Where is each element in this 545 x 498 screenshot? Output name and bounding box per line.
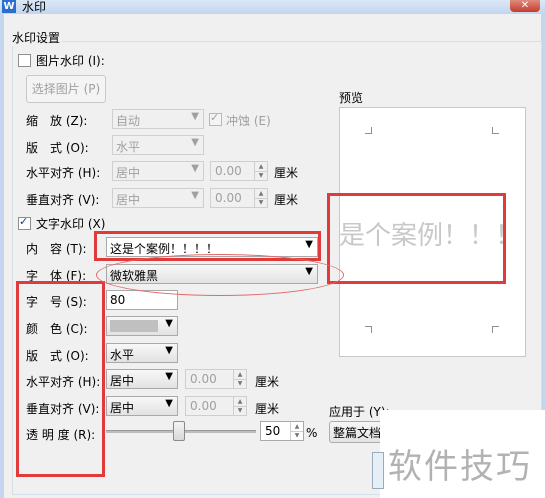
highlight-box xyxy=(327,193,506,284)
transparency-unit: % xyxy=(306,426,318,440)
picture-valign-select[interactable]: 居中 ▼ xyxy=(112,188,204,208)
picture-scale-select[interactable]: 自动 ▼ xyxy=(112,109,204,129)
text-valign-offset[interactable]: 0.00 ▲ ▼ xyxy=(185,396,247,416)
app-icon: W xyxy=(2,0,16,13)
group-title: 水印设置 xyxy=(10,29,63,46)
text-valign-select[interactable]: 居中 ▼ xyxy=(106,396,178,416)
text-halign-select[interactable]: 居中 ▼ xyxy=(106,369,178,389)
spin-down-icon[interactable]: ▼ xyxy=(234,406,246,415)
text-watermark-label: 文字水印 (X) xyxy=(36,217,106,231)
picture-valign-unit: 厘米 xyxy=(274,193,299,207)
spin-down-icon[interactable]: ▼ xyxy=(255,198,267,207)
spin-down-icon[interactable]: ▼ xyxy=(291,431,303,440)
picture-valign-offset[interactable]: 0.00 ▲ ▼ xyxy=(210,188,268,208)
text-watermark-checkbox[interactable] xyxy=(18,215,31,230)
margin-mark xyxy=(365,127,372,134)
color-swatch xyxy=(110,320,158,332)
text-layout-select[interactable]: 水平 ▼ xyxy=(106,343,178,363)
chevron-down-icon: ▼ xyxy=(165,371,173,382)
text-color-select[interactable]: ▼ xyxy=(106,316,178,336)
text-valign-unit: 厘米 xyxy=(255,402,280,416)
picture-layout-select[interactable]: 水平 ▼ xyxy=(112,135,204,155)
title-bar xyxy=(0,0,545,14)
highlight-box xyxy=(16,281,105,477)
washout-label: 冲蚀 (E) xyxy=(226,114,271,128)
site-brand-watermark: 软件技巧 xyxy=(388,447,532,487)
spin-down-icon[interactable]: ▼ xyxy=(255,171,267,180)
chevron-down-icon: ▼ xyxy=(191,137,199,148)
choose-picture-button[interactable]: 选择图片 (P) xyxy=(26,75,106,103)
picture-valign-label: 垂直对齐 (V): xyxy=(26,193,100,207)
picture-watermark-checkbox[interactable] xyxy=(18,54,31,67)
transparency-slider-thumb[interactable] xyxy=(173,421,185,441)
washout-checkbox[interactable] xyxy=(209,111,222,126)
chevron-down-icon: ▼ xyxy=(191,190,199,201)
margin-mark xyxy=(365,326,372,333)
highlight-ellipse xyxy=(96,254,344,296)
transparency-input[interactable]: 50 ▲ ▼ xyxy=(260,421,304,441)
picture-halign-unit: 厘米 xyxy=(274,166,299,180)
chevron-down-icon: ▼ xyxy=(165,345,173,356)
spin-down-icon[interactable]: ▼ xyxy=(234,379,246,388)
picture-watermark-label: 图片水印 (I): xyxy=(36,54,105,68)
picture-halign-offset[interactable]: 0.00 ▲ ▼ xyxy=(210,161,268,181)
text-halign-unit: 厘米 xyxy=(255,375,280,389)
chevron-down-icon: ▼ xyxy=(165,398,173,409)
picture-halign-label: 水平对齐 (H): xyxy=(26,166,101,180)
text-content-label: 内 容 (T): xyxy=(26,242,87,256)
picture-halign-select[interactable]: 居中 ▼ xyxy=(112,161,204,181)
ok-button-edge[interactable] xyxy=(372,452,384,489)
close-button[interactable]: ✕ xyxy=(510,0,540,12)
chevron-down-icon: ▼ xyxy=(191,111,199,122)
preview-label: 预览 xyxy=(339,91,364,105)
window-title: 水印 xyxy=(22,0,47,14)
chevron-down-icon: ▼ xyxy=(165,318,173,329)
margin-mark xyxy=(492,326,499,333)
margin-mark xyxy=(492,127,499,134)
picture-layout-label: 版 式 (O): xyxy=(26,141,89,155)
chevron-down-icon: ▼ xyxy=(191,163,199,174)
picture-scale-label: 缩 放 (Z): xyxy=(26,114,88,128)
text-halign-offset[interactable]: 0.00 ▲ ▼ xyxy=(185,369,247,389)
